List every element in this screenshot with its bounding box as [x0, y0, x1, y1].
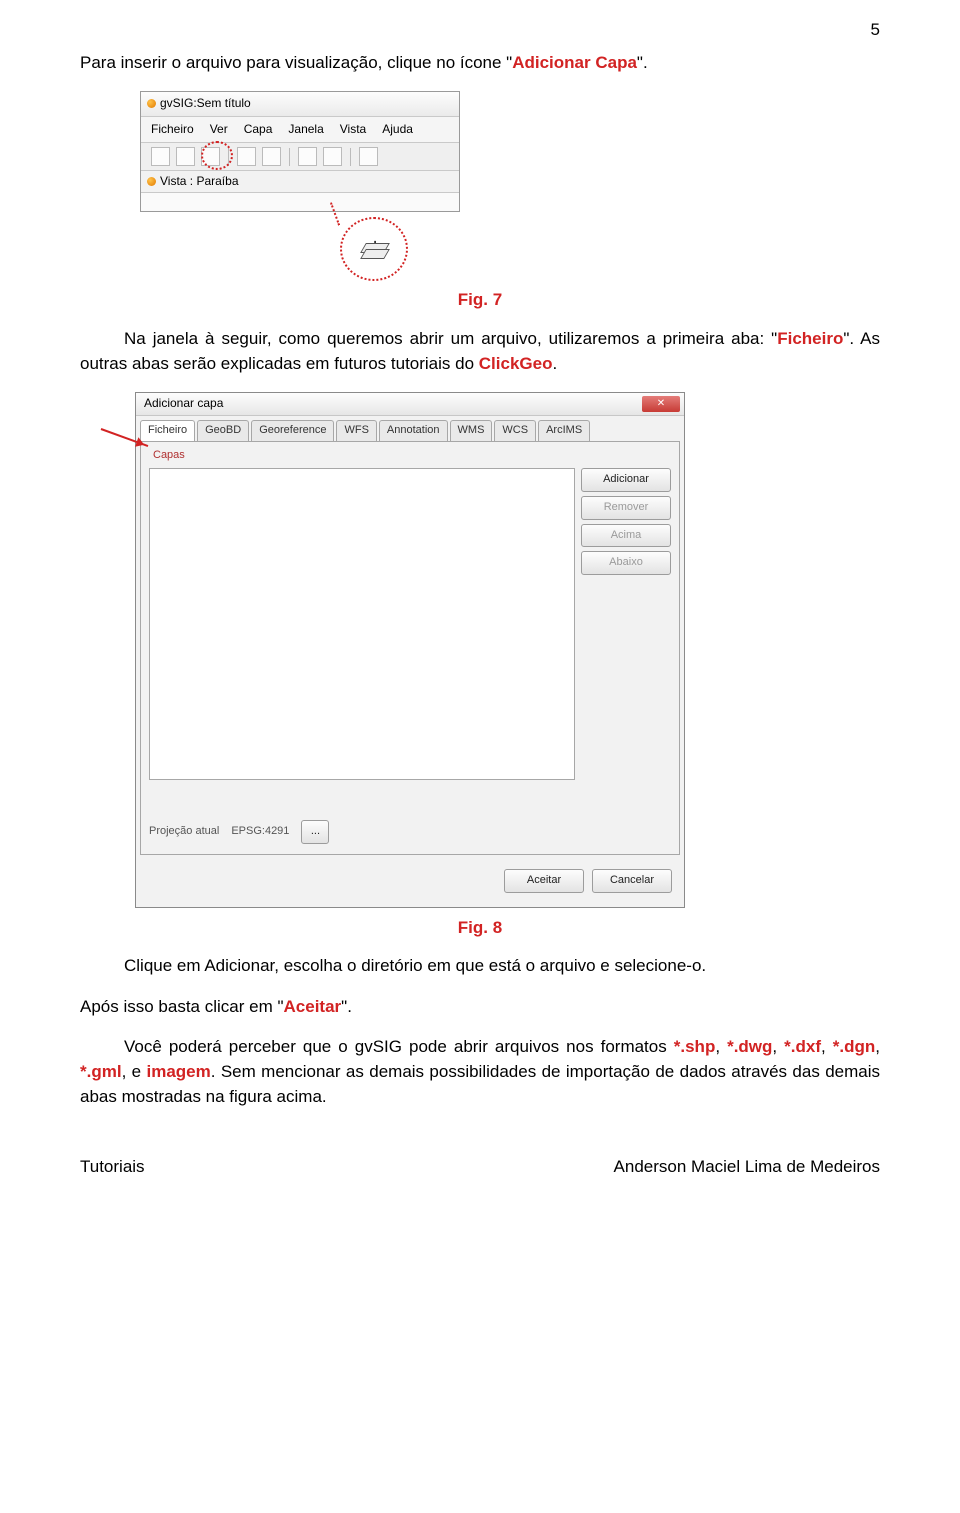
paragraph-3a: Clique em Adicionar, escolha o diretório…: [80, 954, 880, 979]
screenshot-toolbar: gvSIG:Sem título Ficheiro Ver Capa Janel…: [140, 91, 460, 284]
projection-browse-button[interactable]: ...: [301, 820, 329, 844]
tab-wms[interactable]: WMS: [450, 420, 493, 441]
highlight-adicionar-capa: Adicionar Capa: [512, 53, 637, 72]
app-icon: [147, 99, 156, 108]
props-icon[interactable]: [298, 147, 317, 166]
ext-imagem: imagem: [147, 1062, 211, 1081]
window-title: gvSIG:Sem título: [160, 95, 251, 112]
tab-georeference[interactable]: Georeference: [251, 420, 334, 441]
tab-wcs[interactable]: WCS: [494, 420, 536, 441]
projection-label: Projeção atual: [149, 824, 219, 840]
cancelar-button[interactable]: Cancelar: [592, 869, 672, 893]
text: ,: [772, 1037, 784, 1056]
text: ,: [715, 1037, 727, 1056]
text: ,: [821, 1037, 833, 1056]
highlight-aceitar: Aceitar: [284, 997, 342, 1016]
text: ".: [637, 53, 648, 72]
view-tab-label[interactable]: Vista : Paraíba: [160, 173, 239, 190]
ext-dxf: *.dxf: [784, 1037, 821, 1056]
tab-annotation[interactable]: Annotation: [379, 420, 448, 441]
highlight-ficheiro: Ficheiro: [777, 329, 843, 348]
separator: [289, 148, 290, 166]
text: , e: [122, 1062, 147, 1081]
dialog-title: Adicionar capa: [144, 395, 223, 412]
acima-button[interactable]: Acima: [581, 524, 671, 548]
figure-caption-7: Fig. 7: [80, 288, 880, 313]
ext-dgn: *.dgn: [833, 1037, 876, 1056]
save-icon[interactable]: [201, 147, 220, 166]
text: Na janela à seguir, como queremos abrir …: [124, 329, 777, 348]
tab-ficheiro[interactable]: Ficheiro: [140, 420, 195, 441]
menu-item[interactable]: Vista: [340, 121, 366, 138]
tab-geobd[interactable]: GeoBD: [197, 420, 249, 441]
footer-left: Tutoriais: [80, 1155, 145, 1180]
menu-item[interactable]: Ver: [210, 121, 228, 138]
paragraph-3b: Após isso basta clicar em "Aceitar".: [80, 995, 880, 1020]
layers-listbox[interactable]: [149, 468, 575, 780]
text: Para inserir o arquivo para visualização…: [80, 53, 512, 72]
figure-caption-8: Fig. 8: [80, 916, 880, 941]
view-icon: [147, 177, 156, 186]
separator: [350, 148, 351, 166]
paragraph-2: Na janela à seguir, como queremos abrir …: [80, 327, 880, 376]
adicionar-button[interactable]: Adicionar: [581, 468, 671, 492]
text: Você poderá perceber que o gvSIG pode ab…: [124, 1037, 674, 1056]
annotation-zoom-bubble: +: [340, 217, 408, 281]
aceitar-button[interactable]: Aceitar: [504, 869, 584, 893]
separator: [228, 148, 229, 166]
highlight-clickgeo: ClickGeo: [479, 354, 553, 373]
paragraph-intro: Para inserir o arquivo para visualização…: [80, 51, 880, 76]
screenshot-dialog: Adicionar capa ✕ Ficheiro GeoBD Georefer…: [135, 392, 685, 907]
page-number: 5: [80, 18, 880, 43]
other-icon[interactable]: [359, 147, 378, 166]
menu-item[interactable]: Ficheiro: [151, 121, 194, 138]
menu-item[interactable]: Capa: [244, 121, 273, 138]
remover-button[interactable]: Remover: [581, 496, 671, 520]
tools-icon[interactable]: [323, 147, 342, 166]
add-layer-icon-zoom: +: [361, 239, 387, 259]
capas-label: Capas: [153, 448, 671, 464]
page-footer: Tutoriais Anderson Maciel Lima de Medeir…: [80, 1155, 880, 1180]
menu-item[interactable]: Janela: [288, 121, 323, 138]
open-icon[interactable]: [176, 147, 195, 166]
ext-dwg: *.dwg: [727, 1037, 772, 1056]
menu-item[interactable]: Ajuda: [382, 121, 413, 138]
footer-right: Anderson Maciel Lima de Medeiros: [614, 1155, 880, 1180]
text: .: [552, 354, 557, 373]
ext-gml: *.gml: [80, 1062, 122, 1081]
text: ".: [341, 997, 352, 1016]
text: Após isso basta clicar em ": [80, 997, 284, 1016]
paragraph-3c: Você poderá perceber que o gvSIG pode ab…: [80, 1035, 880, 1109]
layer-manage-icon[interactable]: [262, 147, 281, 166]
add-layer-icon[interactable]: [237, 147, 256, 166]
tab-wfs[interactable]: WFS: [336, 420, 376, 441]
abaixo-button[interactable]: Abaixo: [581, 551, 671, 575]
projection-value: EPSG:4291: [231, 824, 289, 840]
new-icon[interactable]: [151, 147, 170, 166]
close-icon[interactable]: ✕: [642, 396, 680, 412]
ext-shp: *.shp: [674, 1037, 716, 1056]
tab-arcims[interactable]: ArcIMS: [538, 420, 590, 441]
text: ,: [875, 1037, 880, 1056]
